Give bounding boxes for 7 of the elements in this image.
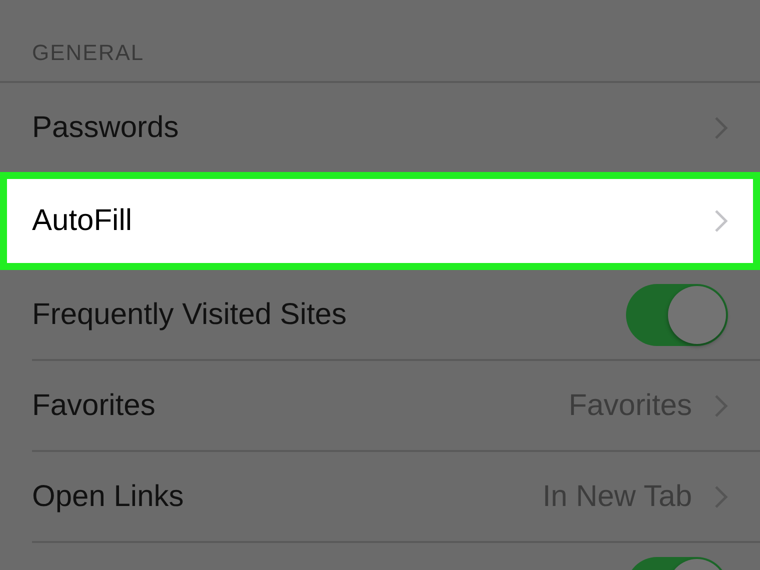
chevron-icon xyxy=(714,209,728,233)
highlighted-row[interactable]: AutoFill xyxy=(0,172,760,270)
row-label: Favorites xyxy=(32,388,156,422)
row-label: Frequently Visited Sites xyxy=(32,298,347,332)
row-label: AutoFill xyxy=(32,204,132,238)
row-label: Open Links xyxy=(32,480,184,514)
row-label: Passwords xyxy=(32,110,179,144)
